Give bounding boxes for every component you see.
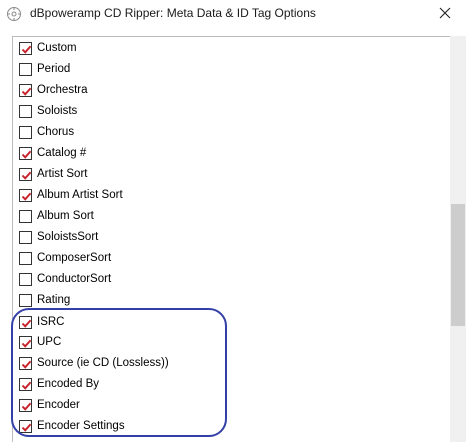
- window-title: dBpoweramp CD Ripper: Meta Data & ID Tag…: [30, 6, 316, 20]
- tag-checkbox-row[interactable]: Encoder Settings: [19, 416, 125, 436]
- tag-checkbox-label: Chorus: [37, 126, 75, 138]
- checkbox-checked[interactable]: [19, 419, 32, 433]
- tag-checkbox-row[interactable]: ComposerSort: [19, 248, 111, 268]
- tag-checkbox-row[interactable]: Catalog #: [19, 143, 86, 163]
- tag-checkbox-row[interactable]: Album Sort: [19, 206, 94, 226]
- tag-checkbox-label: Custom: [37, 42, 77, 54]
- tag-checkbox-label: Encoder Settings: [37, 420, 125, 432]
- checkmark-icon: [21, 360, 32, 369]
- checkmark-icon: [21, 319, 32, 328]
- tag-checkbox-label: Soloists: [37, 105, 78, 117]
- checkmark-icon: [21, 150, 32, 159]
- checkbox-unchecked[interactable]: [19, 125, 32, 139]
- tag-checkbox-label: ComposerSort: [37, 252, 112, 264]
- close-button[interactable]: [430, 4, 460, 26]
- checkbox-unchecked[interactable]: [19, 62, 32, 76]
- tag-checkbox-label: Album Sort: [37, 210, 94, 222]
- tag-checkbox-row[interactable]: Artist Sort: [19, 164, 87, 184]
- checkbox-checked[interactable]: [19, 377, 32, 391]
- checkbox-checked[interactable]: [19, 398, 32, 412]
- checkmark-icon: [21, 192, 32, 201]
- tag-checkbox-row[interactable]: Custom: [19, 38, 77, 58]
- checkbox-unchecked[interactable]: [19, 272, 32, 286]
- tag-checkbox-label: Period: [37, 63, 71, 75]
- tag-checkbox-label: Rating: [37, 294, 71, 306]
- tag-checkbox-label: ISRC: [37, 316, 65, 328]
- tag-checkbox-row[interactable]: UPC: [19, 332, 61, 352]
- tag-checkbox-row[interactable]: ConductorSort: [19, 269, 111, 289]
- tag-checkbox-label: Encoder: [37, 399, 80, 411]
- tag-checkbox-row[interactable]: Album Artist Sort: [19, 185, 123, 205]
- tag-checkbox-label: Source (ie CD (Lossless)): [37, 357, 169, 369]
- tag-checkbox-row[interactable]: Encoded By: [19, 374, 99, 394]
- tag-checkbox-row[interactable]: Period: [19, 59, 70, 79]
- tag-checkbox-label: Artist Sort: [37, 168, 88, 180]
- tag-checkbox-row[interactable]: Soloists: [19, 101, 77, 121]
- tag-checkbox-label: ConductorSort: [37, 273, 112, 285]
- checkbox-checked[interactable]: [19, 335, 32, 349]
- tag-checkbox-label: SoloistsSort: [37, 231, 99, 243]
- dbpoweramp-app-icon: [6, 6, 22, 22]
- checkbox-checked[interactable]: [19, 83, 32, 97]
- tag-checkbox-label: UPC: [37, 336, 62, 348]
- checkbox-checked[interactable]: [19, 356, 32, 370]
- tag-checkbox-label: Album Artist Sort: [37, 189, 123, 201]
- checkbox-checked[interactable]: [19, 167, 32, 181]
- checkbox-checked[interactable]: [19, 41, 32, 55]
- checkmark-icon: [21, 402, 32, 411]
- checkbox-unchecked[interactable]: [19, 293, 32, 307]
- tag-checkbox-label: Orchestra: [37, 84, 88, 96]
- checkbox-unchecked[interactable]: [19, 230, 32, 244]
- checkbox-checked[interactable]: [19, 315, 32, 329]
- tag-checkbox-label: Catalog #: [37, 147, 87, 159]
- title-bar: dBpoweramp CD Ripper: Meta Data & ID Tag…: [0, 0, 466, 30]
- checkmark-icon: [21, 171, 32, 180]
- scrollbar-thumb[interactable]: [451, 204, 465, 326]
- tag-checkbox-row[interactable]: SoloistsSort: [19, 227, 98, 247]
- close-icon: [439, 6, 451, 24]
- checkbox-unchecked[interactable]: [19, 251, 32, 265]
- checkbox-unchecked[interactable]: [19, 209, 32, 223]
- tag-checkbox-row[interactable]: Orchestra: [19, 80, 88, 100]
- vertical-scrollbar[interactable]: [450, 36, 466, 442]
- tag-checkbox-row[interactable]: Rating: [19, 290, 70, 310]
- checkmark-icon: [21, 87, 32, 96]
- tag-checkbox-label: Encoded By: [37, 378, 100, 390]
- checkmark-icon: [21, 339, 32, 348]
- checkmark-icon: [21, 45, 32, 54]
- tag-checkbox-row[interactable]: Chorus: [19, 122, 74, 142]
- tag-checkbox-row[interactable]: Encoder: [19, 395, 80, 415]
- meta-data-options-window: dBpoweramp CD Ripper: Meta Data & ID Tag…: [0, 0, 466, 442]
- tag-checkbox-row[interactable]: Source (ie CD (Lossless)): [19, 353, 169, 373]
- tag-checkbox-row[interactable]: ISRC: [19, 312, 64, 332]
- checkbox-checked[interactable]: [19, 188, 32, 202]
- checkmark-icon: [21, 423, 32, 432]
- checkmark-icon: [21, 381, 32, 390]
- checkbox-checked[interactable]: [19, 146, 32, 160]
- checkbox-unchecked[interactable]: [19, 104, 32, 118]
